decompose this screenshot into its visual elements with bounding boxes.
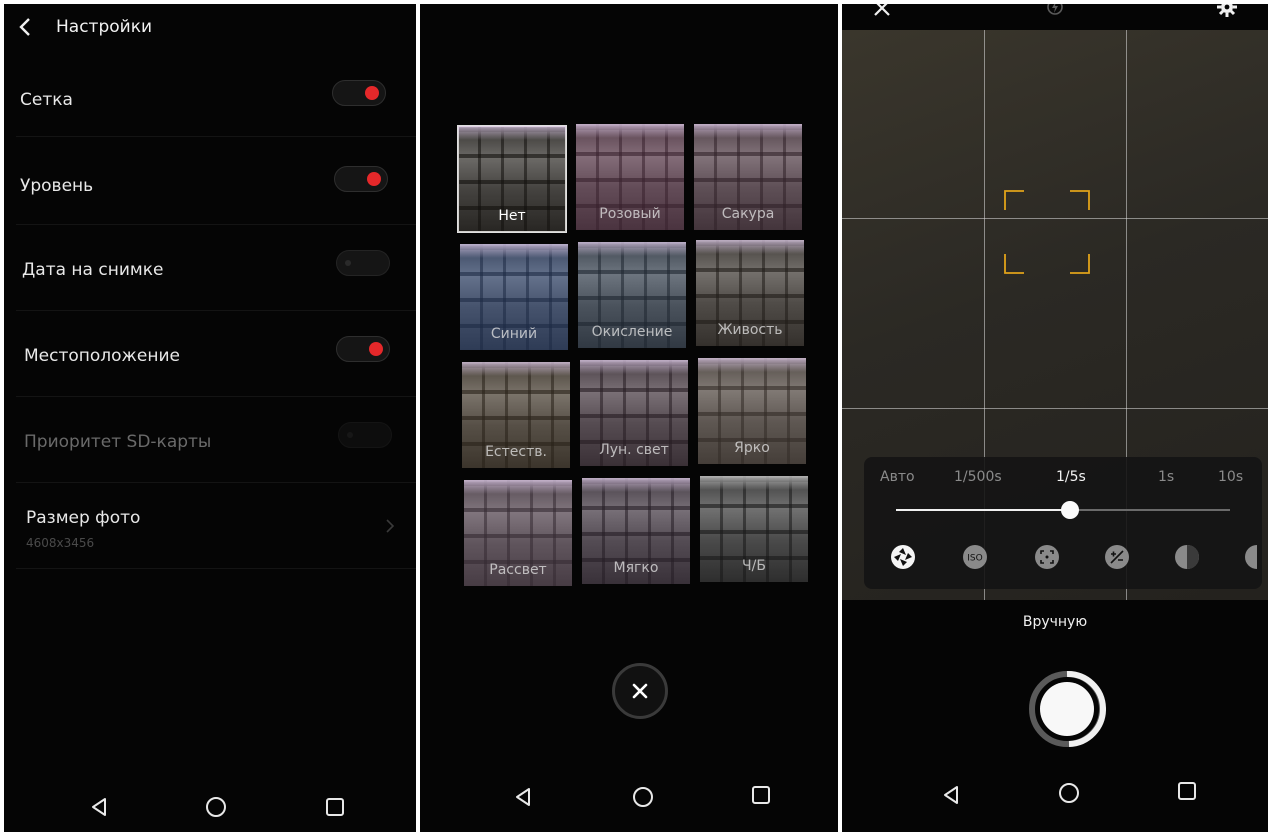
settings-screen: Настройки Сетка Уровень Дата на снимке М… [4,4,416,832]
settings-gear-icon[interactable] [1216,4,1238,18]
filter-tile-dawn[interactable]: Рассвет [464,480,572,586]
svg-text:ISO: ISO [967,554,982,564]
chevron-right-icon [386,519,395,533]
filter-label: Рассвет [489,562,547,578]
recents-nav-icon[interactable] [750,784,772,806]
setting-label: Уровень [20,176,94,196]
focus-icon[interactable] [1034,544,1060,570]
location-toggle[interactable] [336,336,390,362]
flash-auto-icon[interactable] [1046,4,1064,16]
back-nav-icon[interactable] [940,784,962,806]
recents-nav-icon[interactable] [324,796,346,818]
filter-label: Розовый [599,206,661,222]
filter-tile-oxidation[interactable]: Окисление [578,242,686,348]
setting-label: Сетка [20,90,73,110]
filter-label: Сакура [721,206,775,222]
camera-mode-label[interactable]: Вручную [842,614,1268,630]
iso-icon[interactable]: ISO [962,544,988,570]
exposure-icon[interactable] [1104,544,1130,570]
filter-tile-vivid[interactable]: Живость [696,240,804,346]
close-icon[interactable] [872,4,892,18]
close-filters-button[interactable] [612,663,668,719]
setting-row-location[interactable]: Местоположение [16,310,416,397]
filter-tile-bw[interactable]: Ч/Б [700,476,808,582]
setting-row-date-stamp[interactable]: Дата на снимке [16,224,416,311]
filter-label: Синий [490,326,538,342]
filter-label: Ярко [734,440,770,456]
filter-tile-natural[interactable]: Естеств. [462,362,570,468]
filter-tile-blue[interactable]: Синий [460,244,568,350]
navigation-bar [842,782,1268,832]
filter-label: Нет [498,208,526,224]
back-nav-icon[interactable] [88,796,110,818]
speed-option-1-5[interactable]: 1/5s [1056,469,1086,485]
camera-screen: Авто 1/500s 1/5s 1s 10s ISO Вручную [842,4,1268,832]
navigation-bar [4,782,416,832]
setting-label: Приоритет SD-карты [24,432,212,452]
setting-label: Дата на снимке [22,260,164,280]
setting-row-level[interactable]: Уровень [16,136,416,225]
white-balance-icon[interactable] [1174,544,1200,570]
level-toggle[interactable] [334,166,388,192]
filter-label: Мягко [613,560,659,576]
setting-row-sd-priority: Приоритет SD-карты [16,396,416,483]
filter-label: Окисление [591,324,673,340]
recents-nav-icon[interactable] [1176,780,1198,802]
focus-frame [1004,190,1090,274]
filter-grid: Нет Розовый Сакура Синий Окисление Живос… [457,122,813,592]
filter-tile-pink[interactable]: Розовый [576,124,684,230]
setting-row-photo-size[interactable]: Размер фото 4608x3456 [16,482,416,569]
home-nav-icon[interactable] [1058,782,1080,804]
settings-topbar: Настройки [4,4,416,50]
date-stamp-toggle[interactable] [336,250,390,276]
speed-option-10s[interactable]: 10s [1218,469,1243,485]
grid-line [842,408,1268,409]
speed-option-auto[interactable]: Авто [880,469,915,485]
shutter-speed-icon[interactable] [890,544,916,570]
filters-screen: Нет Розовый Сакура Синий Окисление Живос… [420,4,838,832]
filter-label: Естеств. [485,444,547,460]
photo-size-value: 4608x3456 [26,536,95,550]
contrast-icon[interactable] [1244,544,1262,570]
filter-tile-moonlight[interactable]: Лун. свет [580,360,688,466]
filter-tile-sakura[interactable]: Сакура [694,124,802,230]
filter-tile-none[interactable]: Нет [457,125,567,233]
page-title: Настройки [56,17,153,37]
filter-label: Лун. свет [599,442,669,458]
setting-row-grid[interactable]: Сетка [16,50,416,137]
back-nav-icon[interactable] [512,786,534,808]
slider-fill [896,509,1070,511]
filter-label: Живость [717,322,783,338]
close-icon [632,683,648,699]
filter-label: Ч/Б [742,558,766,574]
speed-option-1-500[interactable]: 1/500s [954,469,1002,485]
home-nav-icon[interactable] [205,796,227,818]
setting-label: Местоположение [24,346,180,366]
shutter-button[interactable] [1028,670,1106,748]
back-arrow-icon[interactable] [16,17,36,37]
slider-thumb[interactable] [1060,501,1079,519]
home-nav-icon[interactable] [632,786,654,808]
filter-tile-bright[interactable]: Ярко [698,358,806,464]
sd-priority-toggle [338,422,392,448]
grid-toggle[interactable] [332,80,386,106]
navigation-bar [420,782,838,832]
setting-label: Размер фото [26,508,141,528]
filter-tile-soft[interactable]: Мягко [582,478,690,584]
manual-controls-panel: Авто 1/500s 1/5s 1s 10s ISO [864,457,1262,589]
speed-option-1s[interactable]: 1s [1158,469,1174,485]
